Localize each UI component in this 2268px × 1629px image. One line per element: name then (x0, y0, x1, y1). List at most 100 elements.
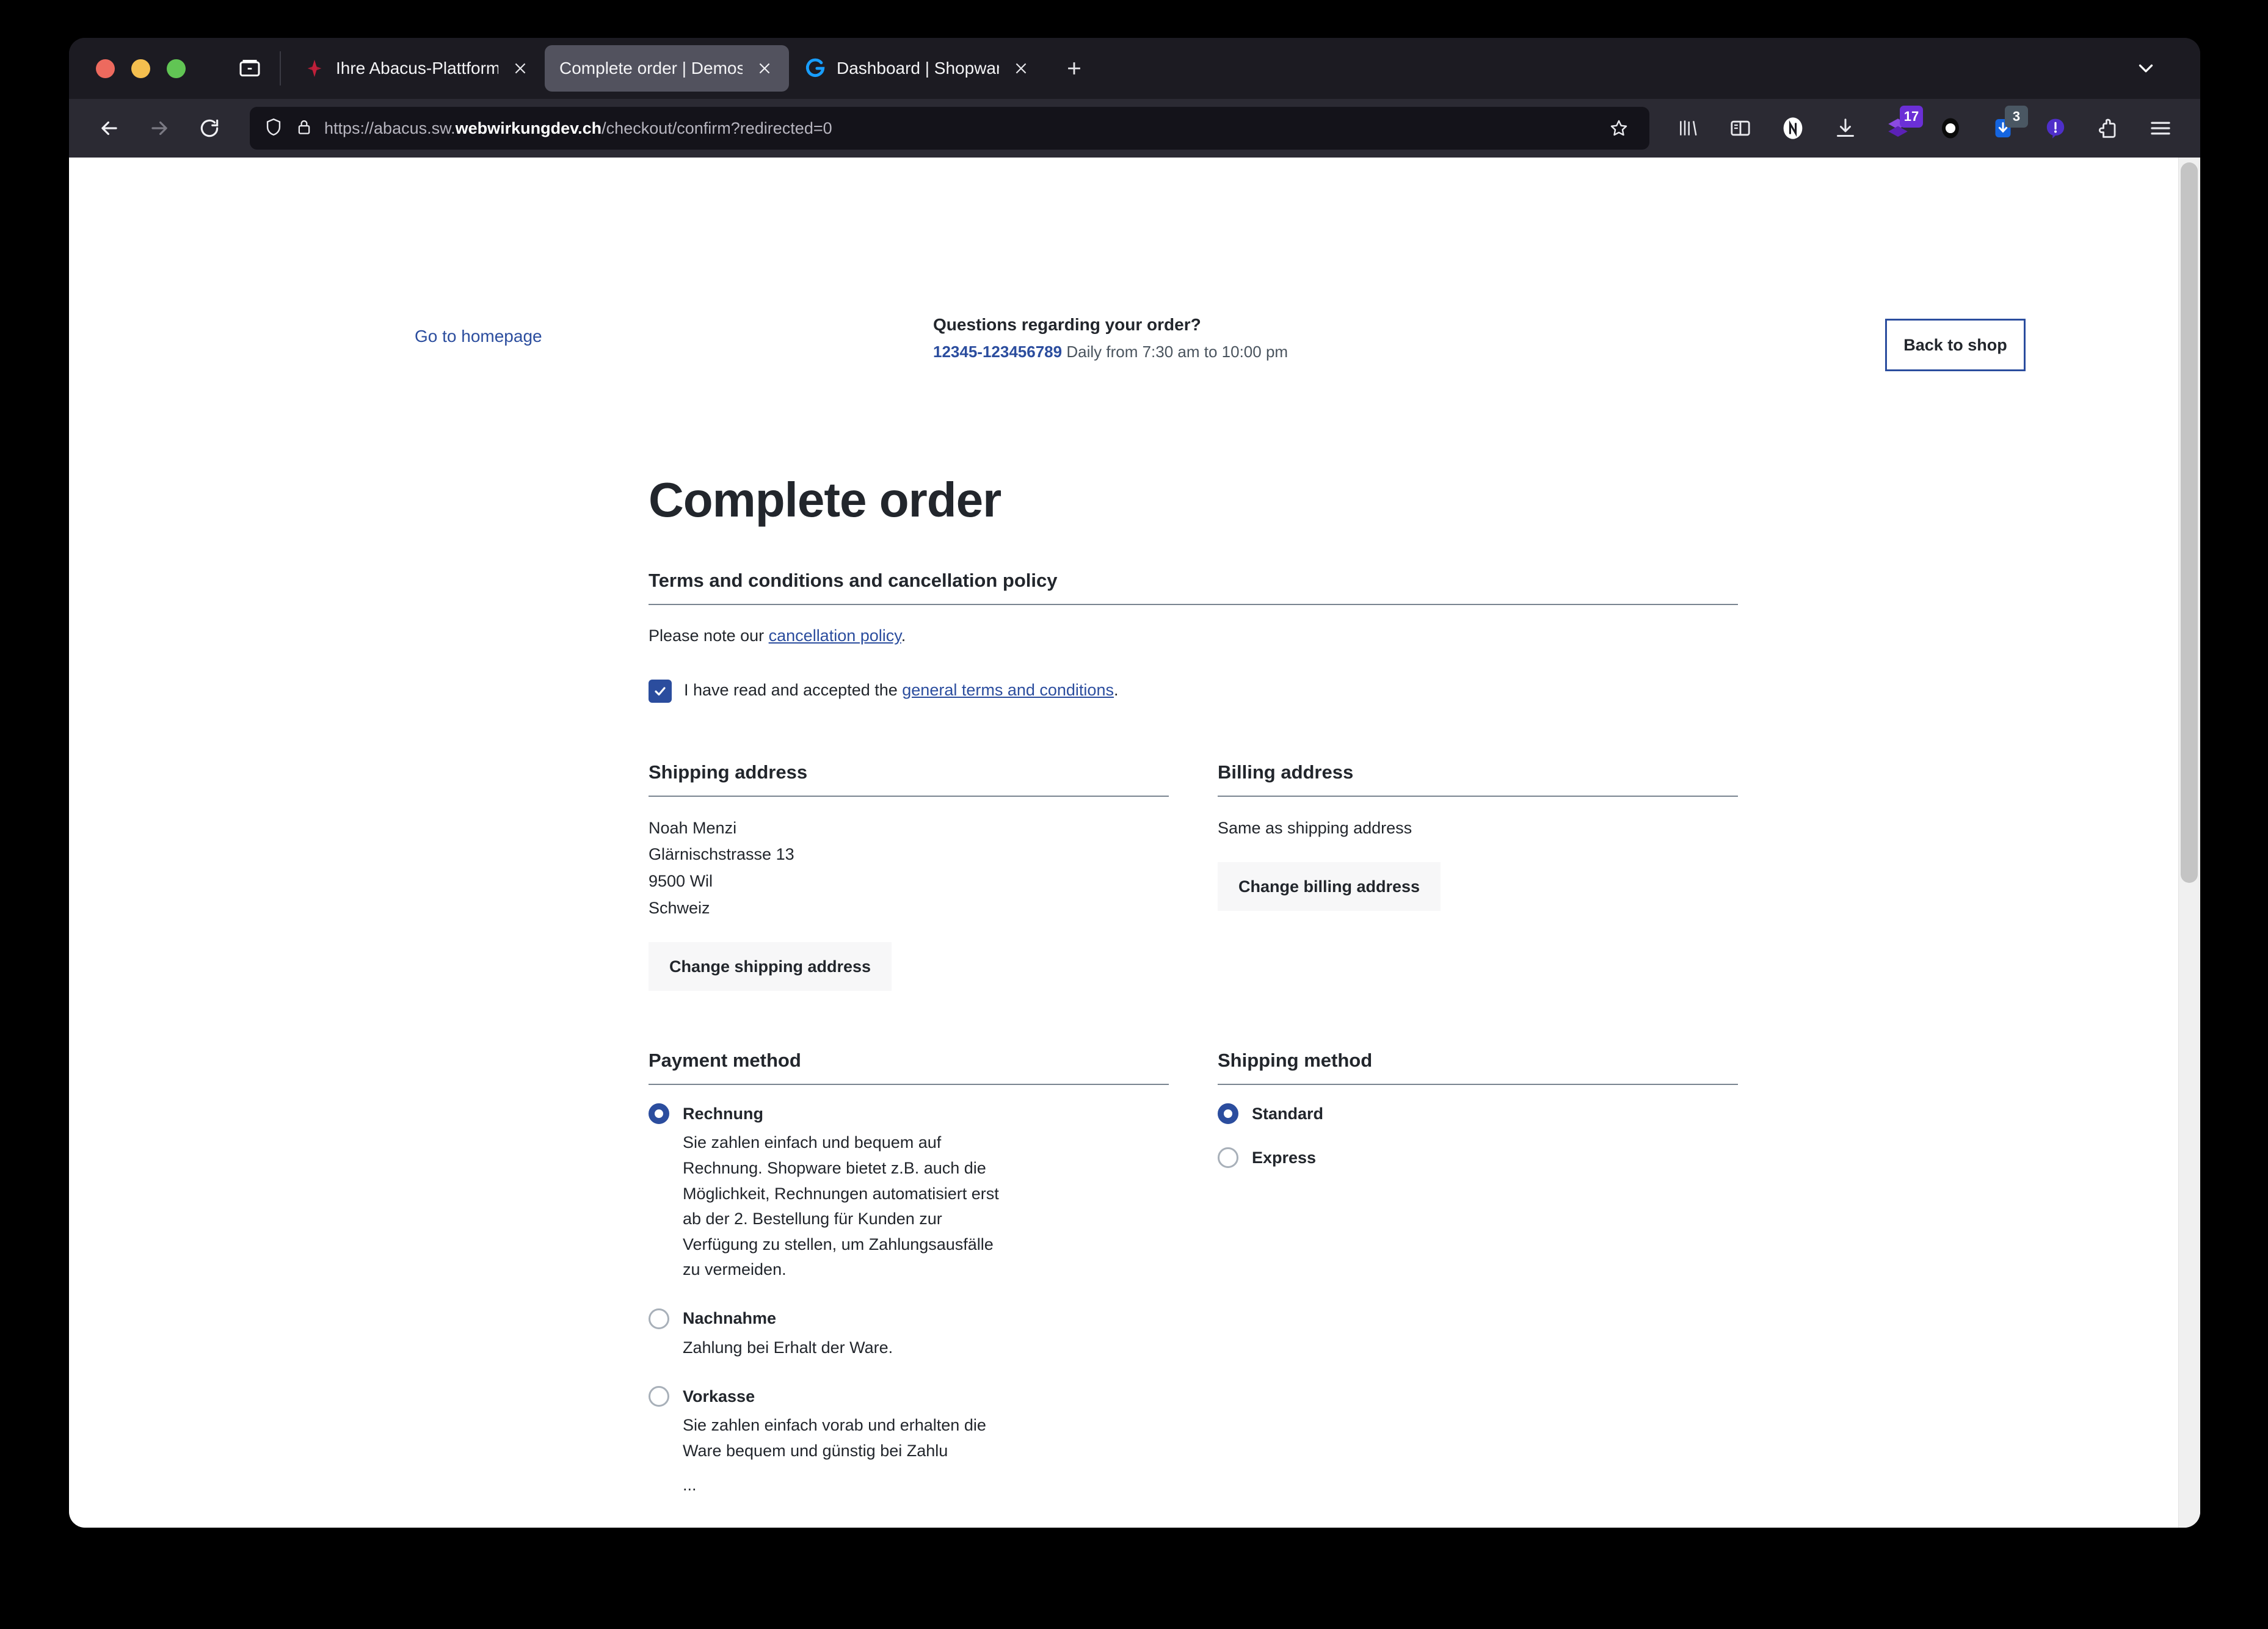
url-prefix: https://abacus.sw. (324, 119, 456, 137)
address-row: Shipping address Noah Menzi Glärnischstr… (649, 761, 1738, 992)
billing-address-heading: Billing address (1218, 761, 1738, 796)
accept-prefix: I have read and accepted the (684, 681, 902, 699)
shipping-method-heading: Shipping method (1218, 1050, 1738, 1084)
payment-option-label: Rechnung (683, 1105, 763, 1123)
payment-option-description: Zahlung bei Erhalt der Ware. (683, 1335, 1000, 1361)
maximize-window-button[interactable] (167, 59, 186, 78)
radio-head[interactable]: Nachnahme (649, 1308, 1169, 1329)
tab-shopware-dashboard[interactable]: Dashboard | Shopware Administ (789, 45, 1045, 92)
url-suffix: /checkout/confirm?redirected=0 (602, 119, 832, 137)
extension-icons: 17 3 (1670, 111, 2182, 146)
new-tab-button[interactable] (1054, 48, 1094, 89)
cancellation-note: Please note our cancellation policy. (649, 623, 1738, 648)
back-to-shop-button[interactable]: Back to shop (1885, 319, 2026, 371)
shop-header: Go to homepage Questions regarding your … (69, 158, 2200, 274)
divider (649, 1084, 1169, 1085)
tab-title: Ihre Abacus-Plattform (336, 59, 498, 78)
tab-complete-order[interactable]: Complete order | Demostore (545, 45, 789, 92)
minimize-window-button[interactable] (131, 59, 150, 78)
payment-option-nachnahme[interactable]: Nachnahme Zahlung bei Erhalt der Ware. (649, 1308, 1169, 1361)
abacus-icon (303, 57, 326, 80)
notion-icon[interactable] (1775, 111, 1811, 146)
divider (649, 796, 1169, 797)
lock-icon[interactable] (295, 118, 313, 139)
contact-block: Questions regarding your order? 12345-12… (933, 315, 1288, 361)
close-icon[interactable] (752, 56, 777, 81)
contact-title: Questions regarding your order? (933, 315, 1288, 335)
shipping-address-heading: Shipping address (649, 761, 1169, 796)
note-prefix: Please note our (649, 626, 769, 645)
shipping-option-label: Express (1252, 1148, 1316, 1167)
shipping-option-express[interactable]: Express (1218, 1147, 1738, 1168)
description-text: Sie zahlen einfach vorab und erhalten di… (683, 1416, 986, 1460)
shield-blue-icon[interactable]: 3 (1985, 111, 2021, 146)
chevron-down-icon[interactable] (2124, 47, 2167, 90)
change-shipping-address-button[interactable]: Change shipping address (649, 942, 892, 991)
cancellation-policy-link[interactable]: cancellation policy (769, 626, 901, 645)
shield-icon[interactable] (263, 117, 284, 140)
url-bar[interactable]: https://abacus.sw.webwirkungdev.ch/check… (250, 107, 1649, 150)
tab-abacus[interactable]: Ihre Abacus-Plattform (288, 45, 545, 92)
payment-option-rechnung[interactable]: Rechnung Sie zahlen einfach und bequem a… (649, 1103, 1169, 1282)
shipping-method-block: Shipping method Standard Express (1218, 1050, 1738, 1509)
terms-checkbox[interactable] (649, 680, 672, 703)
radio-head[interactable]: Vorkasse (649, 1386, 1169, 1407)
payment-option-vorkasse[interactable]: Vorkasse Sie zahlen einfach vorab und er… (649, 1386, 1169, 1498)
tab-title: Dashboard | Shopware Administ (837, 59, 999, 78)
puzzle-icon[interactable] (2090, 111, 2126, 146)
radio-icon[interactable] (1218, 1103, 1238, 1124)
shipping-address-block: Shipping address Noah Menzi Glärnischstr… (649, 761, 1169, 992)
forward-button[interactable] (137, 106, 181, 150)
divider (1218, 1084, 1738, 1085)
tab-strip: Ihre Abacus-Plattform Complete order | D… (69, 38, 2200, 99)
payment-method-heading: Payment method (649, 1050, 1169, 1084)
methods-row: Payment method Rechnung Sie zahlen einfa… (649, 1050, 1738, 1509)
library-icon[interactable] (1670, 111, 1706, 146)
scrollbar-thumb[interactable] (2181, 162, 2198, 883)
payment-option-description: Sie zahlen einfach vorab und erhalten di… (683, 1413, 1000, 1498)
divider (649, 604, 1738, 605)
close-window-button[interactable] (96, 59, 115, 78)
note-suffix: . (901, 626, 906, 645)
alert-icon[interactable] (2038, 111, 2073, 146)
shopware-icon (804, 57, 827, 80)
bookmark-star-icon[interactable] (1602, 111, 1636, 145)
billing-address-block: Billing address Same as shipping address… (1218, 761, 1738, 992)
url-text[interactable]: https://abacus.sw.webwirkungdev.ch/check… (324, 119, 1591, 138)
sidebar-icon[interactable] (1723, 111, 1758, 146)
radio-icon[interactable] (649, 1386, 669, 1407)
change-billing-address-button[interactable]: Change billing address (1218, 862, 1441, 911)
radio-icon[interactable] (649, 1308, 669, 1329)
download-icon[interactable] (1828, 111, 1863, 146)
scrollbar-track[interactable] (2178, 158, 2200, 1528)
radio-icon[interactable] (1218, 1147, 1238, 1168)
close-icon[interactable] (1009, 56, 1033, 81)
go-to-homepage-link[interactable]: Go to homepage (415, 327, 542, 346)
page-viewport: Go to homepage Questions regarding your … (69, 158, 2200, 1528)
contact-phone-link[interactable]: 12345-123456789 (933, 343, 1062, 361)
navigation-bar: https://abacus.sw.webwirkungdev.ch/check… (69, 99, 2200, 158)
tab-list-icon[interactable] (227, 46, 272, 91)
checkout-content: Complete order Terms and conditions and … (649, 472, 1738, 1528)
layers-icon[interactable]: 17 (1880, 111, 1916, 146)
general-terms-link[interactable]: general terms and conditions (902, 681, 1114, 699)
tab-container: Ihre Abacus-Plattform Complete order | D… (288, 38, 2124, 99)
accept-suffix: . (1114, 681, 1119, 699)
divider (1218, 796, 1738, 797)
radio-icon[interactable] (649, 1103, 669, 1124)
radio-head[interactable]: Express (1218, 1147, 1738, 1168)
close-icon[interactable] (508, 56, 532, 81)
terms-acceptance-label: I have read and accepted the general ter… (684, 678, 1118, 703)
radio-head[interactable]: Rechnung (649, 1103, 1169, 1124)
eye-icon[interactable] (1933, 111, 1968, 146)
address-line: 9500 Wil (649, 868, 1169, 895)
address-line: Schweiz (649, 895, 1169, 922)
back-button[interactable] (87, 106, 131, 150)
radio-head[interactable]: Standard (1218, 1103, 1738, 1124)
checkout-page: Go to homepage Questions regarding your … (69, 158, 2200, 1528)
reload-button[interactable] (187, 106, 231, 150)
menu-icon[interactable] (2143, 111, 2178, 146)
terms-section: Terms and conditions and cancellation po… (649, 570, 1738, 703)
contact-hours: Daily from 7:30 am to 10:00 pm (1066, 343, 1288, 361)
shipping-option-standard[interactable]: Standard (1218, 1103, 1738, 1124)
